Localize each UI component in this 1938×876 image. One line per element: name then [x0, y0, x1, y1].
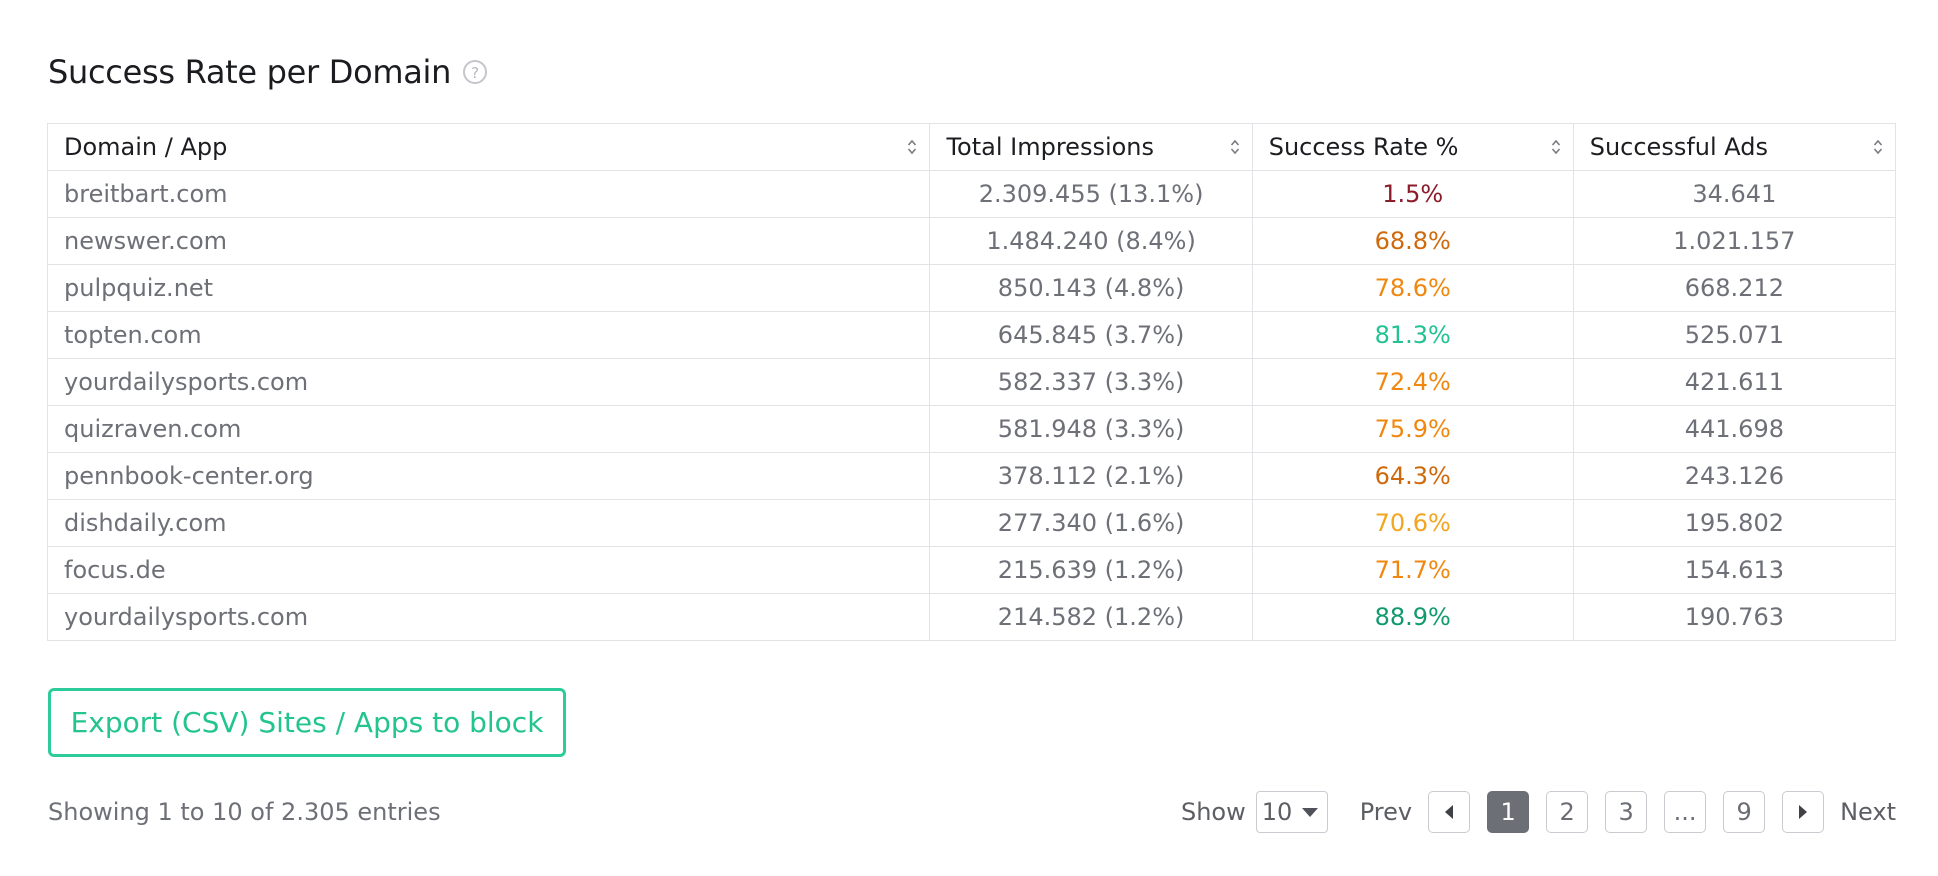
successful-ads-cell: 421.611 [1572, 358, 1897, 406]
success-rate-cell: 75.9% [1251, 405, 1574, 453]
domain-cell: pennbook-center.org [46, 452, 931, 500]
successful-ads-cell: 154.613 [1572, 546, 1897, 594]
show-label: Show [1180, 798, 1246, 826]
caret-left-icon [1445, 805, 1454, 819]
sort-icon[interactable] [1551, 137, 1561, 157]
success-rate-cell: 71.7% [1251, 546, 1574, 594]
page-button-1[interactable]: 1 [1487, 791, 1530, 833]
domain-cell: focus.de [46, 546, 931, 594]
impressions-cell: 214.582 (1.2%) [929, 593, 1253, 641]
table-row: yourdailysports.com 214.582 (1.2%) 88.9%… [46, 593, 1897, 641]
next-page-button[interactable] [1782, 791, 1825, 833]
table-row: pulpquiz.net 850.143 (4.8%) 78.6% 668.21… [46, 264, 1897, 312]
table-row: yourdailysports.com 582.337 (3.3%) 72.4%… [46, 358, 1897, 406]
success-rate-cell: 64.3% [1251, 452, 1574, 500]
pagination: Show 10 Prev 1 2 3 ... 9 Next [1181, 790, 1896, 834]
caret-down-icon [1301, 808, 1318, 817]
header-total-impressions[interactable]: Total Impressions [929, 123, 1253, 171]
success-rate-cell: 81.3% [1251, 311, 1574, 359]
prev-page-button[interactable] [1428, 791, 1471, 833]
successful-ads-cell: 190.763 [1572, 593, 1897, 641]
sort-icon[interactable] [1873, 137, 1883, 157]
sort-icon[interactable] [907, 137, 917, 157]
impressions-cell: 1.484.240 (8.4%) [929, 217, 1253, 265]
caret-right-icon [1799, 805, 1808, 819]
table-row: topten.com 645.845 (3.7%) 81.3% 525.071 [46, 311, 1897, 359]
impressions-cell: 378.112 (2.1%) [929, 452, 1253, 500]
header-label: Success Rate % [1268, 133, 1459, 161]
table-row: newswer.com 1.484.240 (8.4%) 68.8% 1.021… [46, 217, 1897, 265]
entries-summary: Showing 1 to 10 of 2.305 entries [48, 798, 441, 826]
table-header-row: Domain / App Total Impressions Success R… [46, 123, 1897, 171]
domain-cell: dishdaily.com [46, 499, 931, 547]
table-row: dishdaily.com 277.340 (1.6%) 70.6% 195.8… [46, 499, 1897, 547]
header-success-rate[interactable]: Success Rate % [1251, 123, 1574, 171]
header-label: Total Impressions [946, 133, 1155, 161]
table-row: quizraven.com 581.948 (3.3%) 75.9% 441.6… [46, 405, 1897, 453]
impressions-cell: 582.337 (3.3%) [929, 358, 1253, 406]
section-title: Success Rate per Domain [48, 53, 452, 91]
impressions-cell: 277.340 (1.6%) [929, 499, 1253, 547]
successful-ads-cell: 195.802 [1572, 499, 1897, 547]
domain-table: Domain / App Total Impressions Success R… [46, 123, 1897, 641]
impressions-cell: 215.639 (1.2%) [929, 546, 1253, 594]
header-successful-ads[interactable]: Successful Ads [1572, 123, 1897, 171]
domain-cell: yourdailysports.com [46, 593, 931, 641]
success-rate-cell: 68.8% [1251, 217, 1574, 265]
domain-cell: pulpquiz.net [46, 264, 931, 312]
header-label: Successful Ads [1589, 133, 1769, 161]
successful-ads-cell: 34.641 [1572, 170, 1897, 218]
successful-ads-cell: 1.021.157 [1572, 217, 1897, 265]
domain-cell: quizraven.com [46, 405, 931, 453]
successful-ads-cell: 441.698 [1572, 405, 1897, 453]
success-rate-cell: 1.5% [1251, 170, 1574, 218]
export-csv-button[interactable]: Export (CSV) Sites / Apps to block [48, 688, 566, 757]
page-button-9[interactable]: 9 [1723, 791, 1766, 833]
page-button-2[interactable]: 2 [1546, 791, 1589, 833]
success-rate-panel: Success Rate per Domain ? Domain / App T… [0, 0, 1938, 876]
successful-ads-cell: 243.126 [1572, 452, 1897, 500]
domain-cell: breitbart.com [46, 170, 931, 218]
sort-icon[interactable] [1230, 137, 1240, 157]
domain-cell: yourdailysports.com [46, 358, 931, 406]
table-row: breitbart.com 2.309.455 (13.1%) 1.5% 34.… [46, 170, 1897, 218]
page-size-value: 10 [1261, 798, 1293, 826]
success-rate-cell: 88.9% [1251, 593, 1574, 641]
table-row: pennbook-center.org 378.112 (2.1%) 64.3%… [46, 452, 1897, 500]
page-size-select[interactable]: 10 [1255, 791, 1328, 833]
impressions-cell: 581.948 (3.3%) [929, 405, 1253, 453]
success-rate-cell: 70.6% [1251, 499, 1574, 547]
help-icon[interactable]: ? [463, 60, 488, 84]
successful-ads-cell: 525.071 [1572, 311, 1897, 359]
success-rate-cell: 78.6% [1251, 264, 1574, 312]
successful-ads-cell: 668.212 [1572, 264, 1897, 312]
table-row: focus.de 215.639 (1.2%) 71.7% 154.613 [46, 546, 1897, 594]
impressions-cell: 2.309.455 (13.1%) [929, 170, 1253, 218]
domain-cell: newswer.com [46, 217, 931, 265]
header-domain[interactable]: Domain / App [46, 123, 931, 171]
header-label: Domain / App [64, 133, 228, 161]
title-row: Success Rate per Domain ? [48, 48, 488, 96]
impressions-cell: 645.845 (3.7%) [929, 311, 1253, 359]
page-ellipsis: ... [1664, 791, 1707, 833]
prev-link[interactable]: Prev [1360, 798, 1412, 826]
success-rate-cell: 72.4% [1251, 358, 1574, 406]
page-button-3[interactable]: 3 [1605, 791, 1648, 833]
domain-cell: topten.com [46, 311, 931, 359]
impressions-cell: 850.143 (4.8%) [929, 264, 1253, 312]
next-link[interactable]: Next [1840, 798, 1896, 826]
